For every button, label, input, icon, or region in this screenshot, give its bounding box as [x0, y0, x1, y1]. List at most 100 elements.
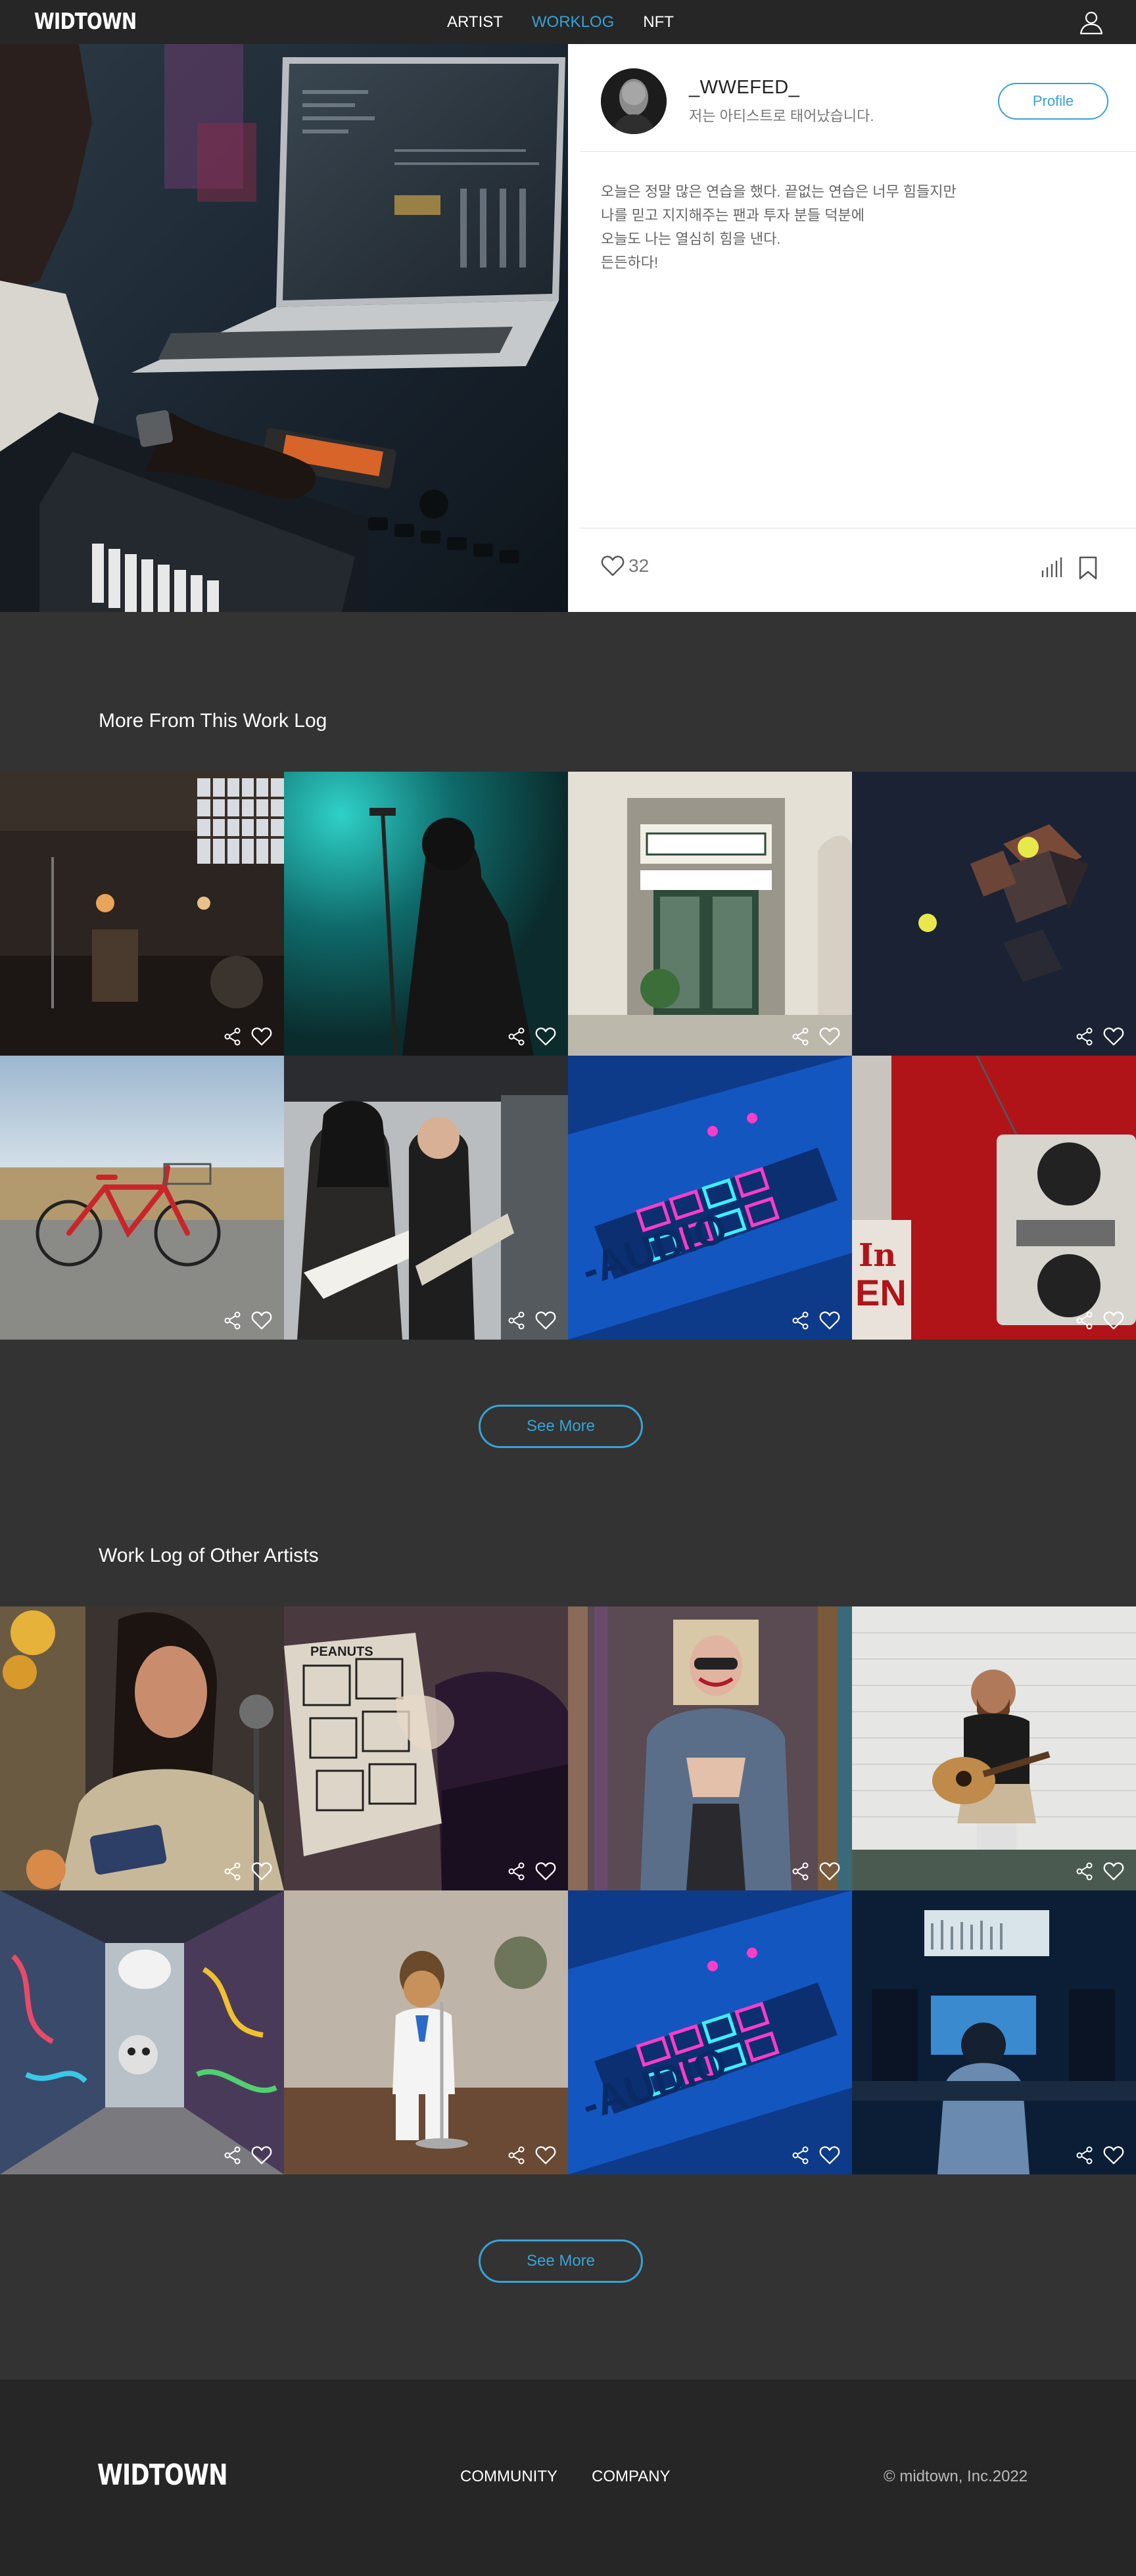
- tile-actions: [792, 1311, 840, 1330]
- heart-icon[interactable]: [1103, 2145, 1124, 2165]
- top-nav-bar: WIDTOWN ARTIST WORKLOG NFT: [0, 0, 1136, 44]
- signal-bars-icon[interactable]: [1040, 556, 1064, 578]
- bookmark-icon[interactable]: [1078, 556, 1098, 580]
- heart-icon[interactable]: [1103, 1027, 1124, 1046]
- heart-icon[interactable]: [819, 2145, 840, 2165]
- worklog-tile[interactable]: [0, 772, 284, 1056]
- share-icon[interactable]: [1076, 1862, 1094, 1881]
- share-icon[interactable]: [508, 1027, 526, 1046]
- user-icon[interactable]: [1078, 9, 1104, 35]
- share-icon[interactable]: [792, 1027, 810, 1046]
- artist-tagline: 저는 아티스트로 태어났습니다.: [689, 108, 874, 124]
- share-icon[interactable]: [1076, 1027, 1094, 1046]
- heart-icon[interactable]: [251, 2145, 272, 2165]
- site-footer: WIDTOWN COMMUNITY COMPANY © midtown, Inc…: [0, 2379, 1136, 2576]
- site-logo[interactable]: WIDTOWN: [34, 9, 137, 35]
- tile-actions: [1076, 1862, 1124, 1881]
- worklog-hero: _WWEFED_ 저는 아티스트로 태어났습니다. Profile 오늘은 정말…: [0, 44, 1136, 612]
- see-more-button[interactable]: See More: [479, 2239, 643, 2283]
- worklog-tile[interactable]: -AUDIO: [568, 1890, 852, 2174]
- tile-actions: [508, 1311, 556, 1330]
- worklog-tile[interactable]: [852, 772, 1136, 1056]
- tile-actions: [1076, 2145, 1124, 2165]
- share-icon[interactable]: [224, 2146, 242, 2165]
- svg-text:PEANUTS: PEANUTS: [310, 1645, 373, 1659]
- share-icon[interactable]: [508, 2146, 526, 2165]
- worklog-post-text: 오늘은 정말 많은 연습을 했다. 끝없는 연습은 너무 힘들지만 나를 믿고 …: [601, 180, 1074, 275]
- like-control[interactable]: 32: [601, 555, 649, 577]
- tile-actions: [508, 1862, 556, 1881]
- worklog-tile[interactable]: [284, 1056, 568, 1340]
- nav-artist[interactable]: ARTIST: [447, 13, 503, 32]
- tile-actions: [792, 1862, 840, 1881]
- post-line: 오늘은 정말 많은 연습을 했다. 끝없는 연습은 너무 힘들지만: [601, 183, 957, 200]
- share-icon[interactable]: [508, 1311, 526, 1330]
- profile-button[interactable]: Profile: [998, 83, 1108, 120]
- tile-actions: [224, 1862, 272, 1881]
- share-icon[interactable]: [792, 1311, 810, 1330]
- like-count: 32: [628, 555, 650, 576]
- nav-worklog[interactable]: WORKLOG: [532, 13, 614, 32]
- heart-icon[interactable]: [1103, 1311, 1124, 1330]
- footer-links: COMMUNITY COMPANY: [460, 2468, 671, 2486]
- worklog-tile[interactable]: [852, 1890, 1136, 2174]
- worklog-tile[interactable]: [568, 1606, 852, 1890]
- share-icon[interactable]: [224, 1311, 242, 1330]
- svg-text:In: In: [859, 1237, 896, 1274]
- worklog-tile[interactable]: In EN: [852, 1056, 1136, 1340]
- footer-link-company[interactable]: COMPANY: [592, 2468, 671, 2486]
- heart-icon[interactable]: [251, 1862, 272, 1881]
- tile-actions: [508, 1027, 556, 1046]
- heart-icon[interactable]: [819, 1862, 840, 1881]
- heart-icon[interactable]: [535, 1862, 556, 1881]
- tile-actions: [508, 2145, 556, 2165]
- worklog-tile[interactable]: PEANUTS: [284, 1606, 568, 1890]
- heart-icon[interactable]: [251, 1027, 272, 1046]
- post-line: 나를 믿고 지지해주는 팬과 투자 분들 덕분에: [601, 207, 864, 223]
- share-icon[interactable]: [224, 1027, 242, 1046]
- heart-icon[interactable]: [535, 2145, 556, 2165]
- heart-icon[interactable]: [601, 555, 625, 577]
- worklog-tile[interactable]: [0, 1606, 284, 1890]
- tile-actions: [224, 1027, 272, 1046]
- heart-icon[interactable]: [535, 1311, 556, 1330]
- tile-actions: [224, 1311, 272, 1330]
- share-icon[interactable]: [224, 1862, 242, 1881]
- heart-icon[interactable]: [1103, 1862, 1124, 1881]
- tile-actions: [224, 2145, 272, 2165]
- heart-icon[interactable]: [251, 1311, 272, 1330]
- share-icon[interactable]: [508, 1862, 526, 1881]
- section-title-other-artists: Work Log of Other Artists: [99, 1545, 319, 1566]
- worklog-tile[interactable]: [0, 1890, 284, 2174]
- worklog-tile[interactable]: [852, 1606, 1136, 1890]
- artist-avatar[interactable]: [601, 68, 667, 134]
- tile-actions: [792, 2145, 840, 2165]
- heart-icon[interactable]: [819, 1027, 840, 1046]
- heart-icon[interactable]: [535, 1027, 556, 1046]
- worklog-tile[interactable]: -AUDIO: [568, 1056, 852, 1340]
- worklog-panel: _WWEFED_ 저는 아티스트로 태어났습니다. Profile 오늘은 정말…: [568, 44, 1136, 612]
- share-icon[interactable]: [1076, 1311, 1094, 1330]
- post-line: 오늘도 나는 열심히 힘을 낸다.: [601, 231, 781, 247]
- worklog-tile[interactable]: [0, 1056, 284, 1340]
- worklog-tile[interactable]: [284, 772, 568, 1056]
- worklog-tile[interactable]: [284, 1890, 568, 2174]
- worklog-tile[interactable]: [568, 772, 852, 1056]
- svg-text:EN: EN: [855, 1272, 907, 1313]
- copyright: © midtown, Inc.2022: [884, 2468, 1028, 2485]
- heart-icon[interactable]: [819, 1311, 840, 1330]
- see-more-button[interactable]: See More: [479, 1405, 643, 1448]
- footer-logo[interactable]: WIDTOWN: [97, 2458, 228, 2492]
- artist-name[interactable]: _WWEFED_: [689, 77, 799, 99]
- tile-actions: [792, 1027, 840, 1046]
- post-line: 든든하다!: [601, 254, 659, 271]
- other-artists-grid: PEANUTS -AUDIO: [0, 1606, 1136, 2174]
- section-title-more-from: More From This Work Log: [99, 710, 327, 732]
- share-icon[interactable]: [1076, 2146, 1094, 2165]
- nav-nft[interactable]: NFT: [643, 13, 674, 32]
- footer-link-community[interactable]: COMMUNITY: [460, 2468, 557, 2486]
- main-nav: ARTIST WORKLOG NFT: [447, 0, 674, 44]
- tile-actions: [1076, 1311, 1124, 1330]
- share-icon[interactable]: [792, 2146, 810, 2165]
- share-icon[interactable]: [792, 1862, 810, 1881]
